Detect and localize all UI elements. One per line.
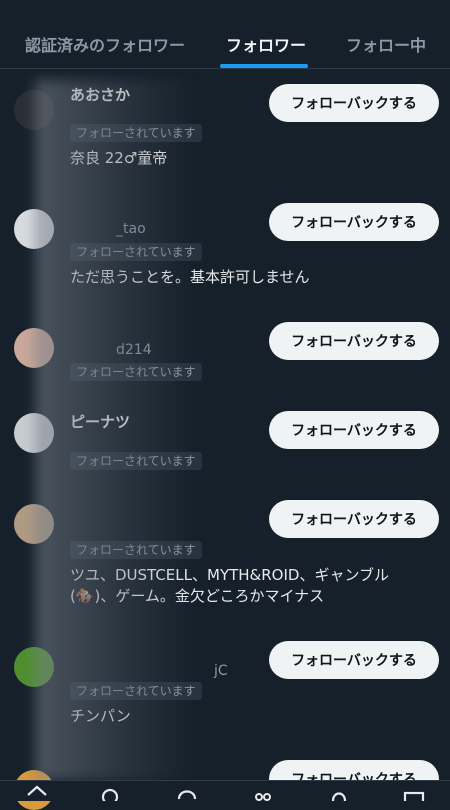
follows-you-badge: フォローされています: [70, 541, 202, 559]
follower-bio: 奈良 22♂童帝: [70, 149, 168, 167]
follow-back-button[interactable]: フォローバックする: [269, 500, 439, 538]
messages-icon[interactable]: [403, 785, 425, 801]
follows-you-badge: フォローされています: [70, 682, 202, 700]
follower-bio: チンパン: [70, 707, 131, 725]
avatar[interactable]: [14, 504, 54, 544]
spaces-icon[interactable]: [176, 785, 198, 801]
follow-back-button[interactable]: フォローバックする: [269, 203, 439, 241]
avatar[interactable]: [14, 328, 54, 368]
avatar[interactable]: [14, 90, 54, 130]
tab-followers[interactable]: フォロワー: [226, 32, 306, 56]
tab-following[interactable]: フォロー中: [346, 32, 426, 56]
search-icon[interactable]: [100, 785, 122, 801]
follower-handle: d214: [116, 342, 152, 358]
follow-back-button[interactable]: フォローバックする: [269, 84, 439, 122]
follower-tabs: 認証済みのフォロワー フォロワー フォロー中: [0, 14, 450, 69]
follower-bio: ただ思うことを。基本許可しません: [70, 268, 310, 286]
follows-you-badge: フォローされています: [70, 243, 202, 261]
follower-bio: ツユ、DUSTCELL、MYTH&ROID、ギャンブル(🏇)、ゲーム。金欠どころ…: [70, 566, 389, 605]
follow-back-button[interactable]: フォローバックする: [269, 322, 439, 360]
follower-handle: _tao: [116, 221, 146, 237]
avatar[interactable]: [14, 413, 54, 453]
follower-handle: jC: [214, 663, 228, 679]
avatar[interactable]: [14, 647, 54, 687]
follow-back-button[interactable]: フォローバックする: [269, 641, 439, 679]
avatar[interactable]: [14, 209, 54, 249]
notifications-icon[interactable]: [328, 785, 350, 801]
home-icon[interactable]: [26, 785, 48, 801]
follows-you-badge: フォローされています: [70, 363, 202, 381]
follower-name: あおさか: [70, 86, 131, 104]
active-tab-indicator: [220, 64, 308, 68]
tab-verified-followers[interactable]: 認証済みのフォロワー: [25, 32, 185, 56]
follows-you-badge: フォローされています: [70, 452, 202, 470]
follow-back-button[interactable]: フォローバックする: [269, 411, 439, 449]
communities-icon[interactable]: [252, 785, 274, 801]
follows-you-badge: フォローされています: [70, 124, 202, 142]
follower-name: ピーナツ: [70, 413, 131, 431]
bottom-navigation: [0, 780, 450, 801]
